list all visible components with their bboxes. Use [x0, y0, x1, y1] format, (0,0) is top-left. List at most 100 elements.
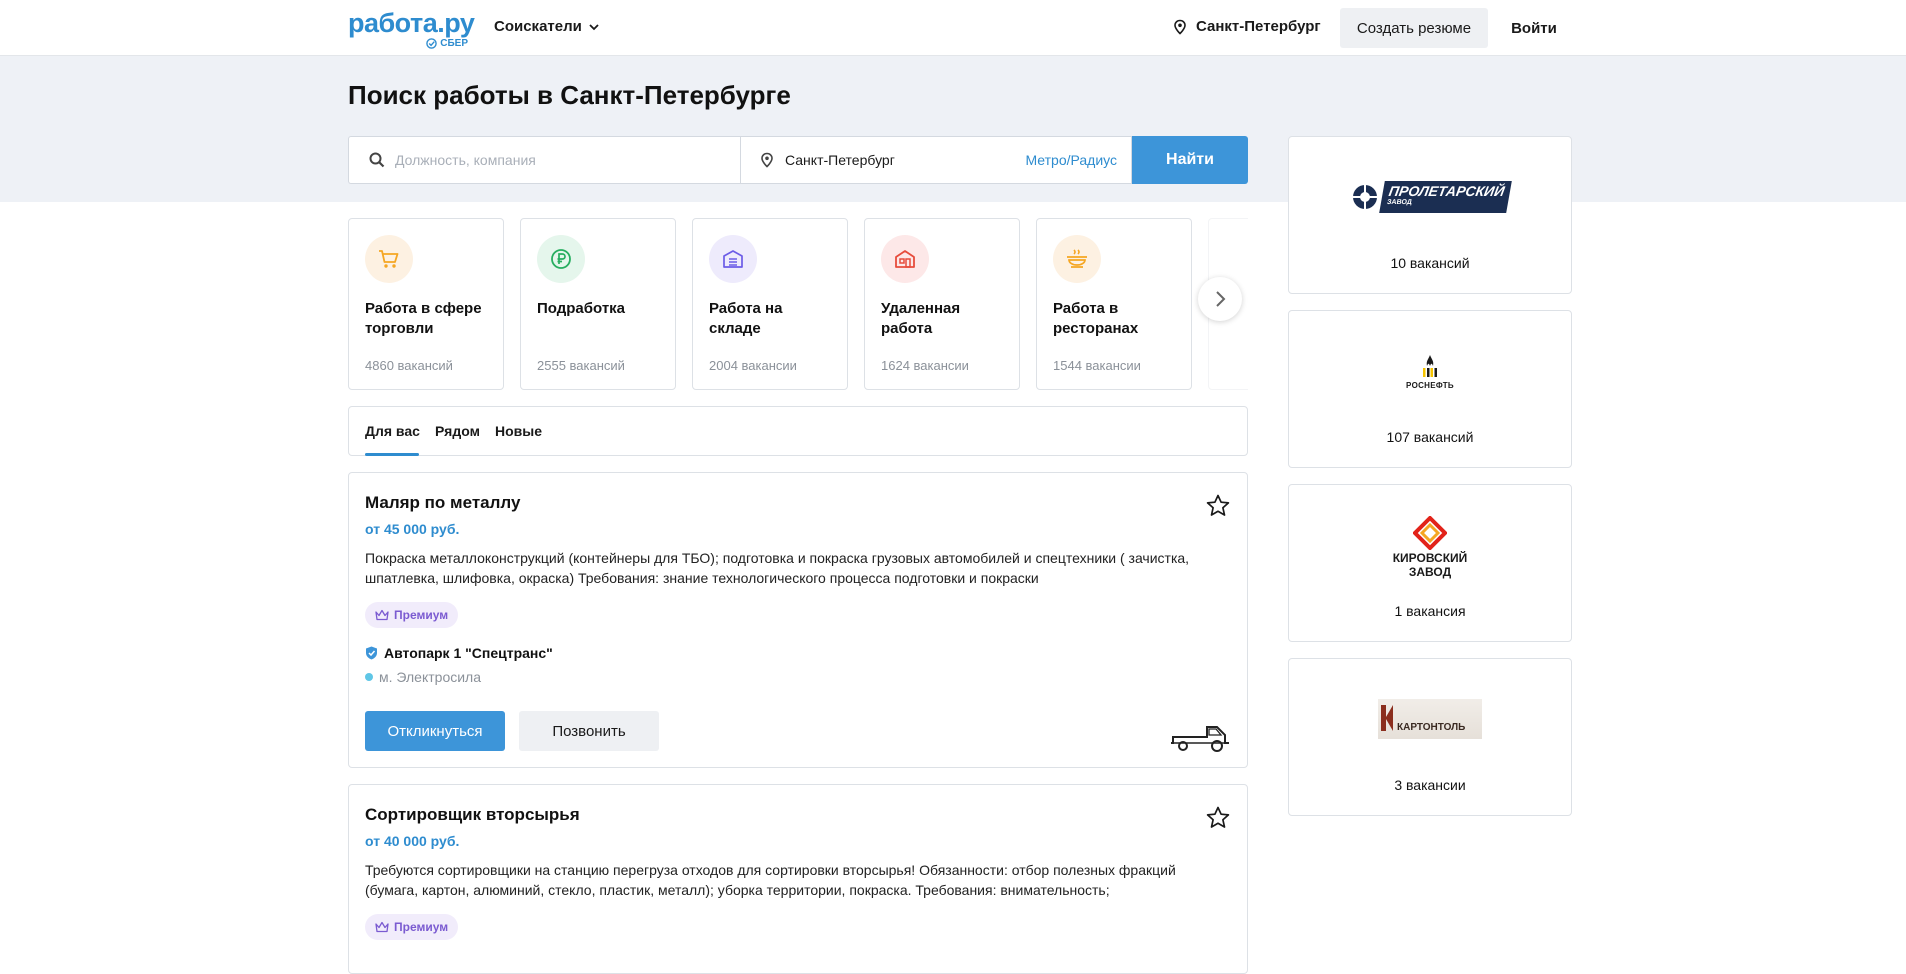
tab-new[interactable]: Новые	[495, 423, 542, 439]
logo-sber-text: СБЕР	[440, 38, 468, 49]
employer-logo-subtext: ЗАВОД	[1408, 565, 1452, 579]
category-name: Удаленная работа	[881, 300, 961, 337]
active-tab-indicator	[365, 453, 419, 456]
category-count: 4860 вакансий	[365, 358, 453, 373]
category-card-trade[interactable]: Работа в сфере торговли 4860 вакансий	[348, 218, 504, 390]
top-header: работа.ру СБЕР Соискатели Санкт-Петербур…	[0, 0, 1906, 56]
vacancy-title[interactable]: Сортировщик вторсырья	[365, 805, 580, 825]
employer-vacancy-count: 107 вакансий	[1386, 429, 1474, 445]
premium-label: Премиум	[394, 608, 449, 622]
house-icon	[881, 235, 929, 283]
employer-vacancy-count: 1 вакансия	[1394, 603, 1466, 619]
query-field[interactable]	[348, 136, 740, 184]
search-icon	[369, 152, 385, 168]
employer-card[interactable]: РОСНЕФТЬ 107 вакансий	[1288, 310, 1572, 468]
category-count: 1544 вакансии	[1053, 358, 1141, 373]
employer-logo: ПРОЛЕТАРСКИЙ ЗАВОД	[1289, 167, 1571, 227]
category-name: Работа в ресторанах	[1053, 300, 1139, 337]
create-resume-button[interactable]: Создать резюме	[1340, 8, 1488, 48]
metro-line-dot-icon	[365, 673, 373, 681]
premium-label: Премиум	[394, 920, 449, 934]
category-carousel: Работа в сфере торговли 4860 вакансий По…	[348, 218, 1248, 390]
employer-card[interactable]: КАРТОНТОЛЬ 3 вакансии	[1288, 658, 1572, 816]
category-card-restaurants[interactable]: Работа в ресторанах 1544 вакансии	[1036, 218, 1192, 390]
category-card-parttime[interactable]: Подработка 2555 вакансий	[520, 218, 676, 390]
favorite-star-icon[interactable]	[1205, 805, 1231, 831]
category-card-remote[interactable]: Удаленная работа 1624 вакансии	[864, 218, 1020, 390]
category-count: 1624 вакансии	[881, 358, 969, 373]
cart-icon	[365, 235, 413, 283]
metro-radius-link[interactable]: Метро/Радиус	[1025, 152, 1117, 168]
sber-check-icon	[426, 38, 438, 49]
premium-badge: Премиум	[365, 914, 459, 940]
logo-text: работа.ру	[348, 8, 475, 38]
vacancy-description: Покраска металлоконструкций (контейнеры …	[365, 550, 1190, 586]
crown-icon	[375, 921, 389, 933]
kirovsky-diamond-icon	[1413, 516, 1447, 550]
vacancy-card[interactable]: Сортировщик вторсырья от 40 000 руб. Тре…	[348, 784, 1248, 974]
employer-vacancy-count: 3 вакансии	[1394, 777, 1466, 793]
metro-station: м. Электросила	[365, 669, 481, 685]
verified-badge-icon	[366, 646, 377, 660]
location-pin-icon	[761, 152, 773, 168]
employer-logo-text: ПРОЛЕТАРСКИЙ	[1387, 183, 1507, 199]
vacancy-title[interactable]: Маляр по металлу	[365, 493, 520, 513]
call-button[interactable]: Позвонить	[519, 711, 659, 751]
vacancy-card[interactable]: Маляр по металлу от 45 000 руб. Покраска…	[348, 472, 1248, 768]
crown-icon	[375, 609, 389, 621]
seekers-label: Соискатели	[494, 18, 582, 35]
category-name: Подработка	[537, 300, 626, 317]
category-name: Работа в сфере торговли	[365, 300, 482, 337]
city-selector[interactable]: Санкт-Петербург	[1172, 18, 1321, 35]
location-pin-icon	[1174, 19, 1186, 35]
employer-vacancy-count: 10 вакансий	[1390, 255, 1470, 271]
metro-label: м. Электросила	[379, 669, 481, 685]
employer-card[interactable]: ПРОЛЕТАРСКИЙ ЗАВОД 10 вакансий	[1288, 136, 1572, 294]
employer-logo-text: КИРОВСКИЙ	[1392, 551, 1468, 565]
carousel-next-button[interactable]	[1198, 277, 1242, 321]
favorite-star-icon[interactable]	[1205, 493, 1231, 519]
category-count: 2004 вакансии	[709, 358, 797, 373]
company-label: Автопарк 1 "Спецтранс"	[384, 645, 553, 661]
login-button[interactable]: Войти	[1500, 8, 1568, 48]
category-count: 2555 вакансий	[537, 358, 625, 373]
chevron-down-icon	[589, 23, 599, 30]
premium-badge: Премиум	[365, 602, 459, 628]
chevron-right-icon	[1216, 291, 1226, 307]
apply-button[interactable]: Откликнуться	[365, 711, 505, 751]
ruble-icon	[537, 235, 585, 283]
vacancy-salary: от 45 000 руб.	[365, 521, 460, 537]
vacancy-description: Требуются сортировщики на станцию перегр…	[365, 862, 1176, 898]
tab-for-you[interactable]: Для вас	[365, 423, 420, 439]
employer-logo-text: РОСНЕФТЬ	[1406, 380, 1454, 390]
employer-logo: КАРТОНТОЛЬ	[1289, 689, 1571, 749]
seekers-menu[interactable]: Соискатели	[494, 18, 600, 35]
proletarsky-gear-icon	[1353, 185, 1378, 209]
page-title: Поиск работы в Санкт-Петербурге	[348, 80, 791, 110]
kartontol-logo-block: КАРТОНТОЛЬ	[1378, 699, 1482, 739]
warehouse-icon	[709, 235, 757, 283]
search-input[interactable]	[395, 152, 725, 168]
city-input-value: Санкт-Петербург	[785, 152, 895, 168]
logo-sber: СБЕР	[426, 38, 468, 49]
employer-card[interactable]: КИРОВСКИЙ ЗАВОД 1 вакансия	[1288, 484, 1572, 642]
employer-logo: РОСНЕФТЬ	[1289, 341, 1571, 401]
employer-logo: КИРОВСКИЙ ЗАВОД	[1289, 507, 1571, 587]
city-label: Санкт-Петербург	[1196, 18, 1321, 35]
category-name: Работа на складе	[709, 300, 783, 337]
tab-nearby[interactable]: Рядом	[435, 423, 480, 439]
city-field[interactable]: Санкт-Петербург Метро/Радиус	[740, 136, 1132, 184]
dish-icon	[1053, 235, 1101, 283]
feed-tabs: Для вас Рядом Новые	[348, 406, 1248, 456]
search-form: Санкт-Петербург Метро/Радиус Найти	[348, 136, 1248, 184]
proletarsky-wordmark: ПРОЛЕТАРСКИЙ ЗАВОД	[1379, 181, 1513, 213]
kartontol-mark-icon	[1381, 705, 1393, 731]
employer-logo-text: КАРТОНТОЛЬ	[1397, 722, 1466, 733]
category-card-warehouse[interactable]: Работа на складе 2004 вакансии	[692, 218, 848, 390]
vacancy-salary: от 40 000 руб.	[365, 833, 460, 849]
site-logo[interactable]: работа.ру СБЕР	[348, 8, 475, 49]
search-submit-button[interactable]: Найти	[1132, 136, 1248, 184]
rosneft-flame-icon	[1423, 354, 1437, 377]
company-name[interactable]: Автопарк 1 "Спецтранс"	[365, 645, 553, 661]
company-truck-logo-icon	[1171, 726, 1229, 752]
